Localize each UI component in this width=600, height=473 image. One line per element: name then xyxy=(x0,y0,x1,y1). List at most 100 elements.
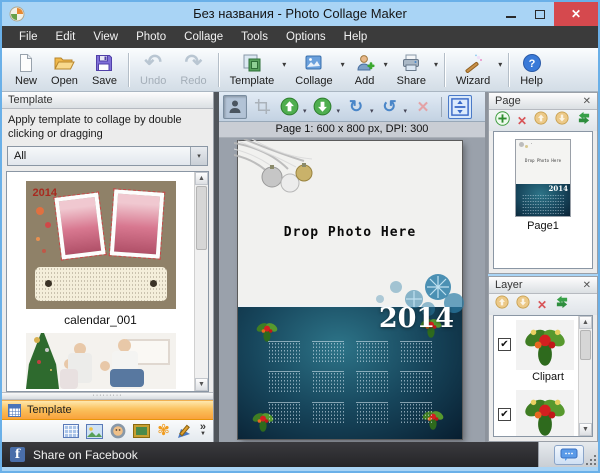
scroll-up-icon[interactable]: ▲ xyxy=(579,316,592,329)
photo-section[interactable]: Drop Photo Here xyxy=(238,141,462,305)
menu-help[interactable]: Help xyxy=(335,28,377,46)
month-grid xyxy=(268,341,300,362)
crop-icon[interactable] xyxy=(250,95,274,119)
panel-switch-bar: ✾ » ▼ xyxy=(2,420,213,442)
wizard-button[interactable]: Wizard xyxy=(449,51,497,89)
undo-button[interactable]: ↶ Undo xyxy=(133,51,173,89)
delete-icon[interactable]: ✕ xyxy=(411,95,435,119)
add-dropdown-icon[interactable]: ▾ xyxy=(384,60,388,69)
template-filter-dropdown[interactable]: All ▾ xyxy=(7,146,208,166)
scroll-up-icon[interactable]: ▲ xyxy=(195,172,208,185)
layer-panel-title: Layer xyxy=(495,279,523,291)
minimize-button[interactable] xyxy=(496,2,525,26)
share-facebook-link[interactable]: Share on Facebook xyxy=(33,448,138,462)
refresh-icon[interactable] xyxy=(554,295,570,314)
drop-photo-placeholder[interactable]: Drop Photo Here xyxy=(238,225,462,240)
open-button[interactable]: Open xyxy=(44,51,85,89)
layer-visible-checkbox[interactable]: ✔ xyxy=(498,408,511,421)
move-down-icon[interactable] xyxy=(311,95,335,119)
grid-icon[interactable] xyxy=(63,424,79,438)
wizard-dropdown-icon[interactable]: ▾ xyxy=(498,60,502,69)
month-grid xyxy=(400,371,432,392)
page-down-icon[interactable] xyxy=(555,111,569,130)
save-button[interactable]: Save xyxy=(85,51,124,89)
canvas-view[interactable]: Drop Photo Here 2014 xyxy=(219,138,485,442)
chevron-down-icon[interactable]: ▾ xyxy=(404,107,408,115)
share-dropdown-icon[interactable]: ▾ xyxy=(434,60,438,69)
template-thumbnail-calendar-001[interactable]: 2014 xyxy=(26,181,176,309)
add-page-icon[interactable] xyxy=(495,111,510,131)
close-icon[interactable]: ✕ xyxy=(583,96,591,107)
layer-item-clipart[interactable]: ✔ Clipart xyxy=(494,316,578,378)
collage-page[interactable]: Drop Photo Here 2014 xyxy=(238,141,462,439)
help-button[interactable]: ? Help xyxy=(513,51,550,89)
collage-dropdown-icon[interactable]: ▾ xyxy=(341,60,345,69)
template-button[interactable]: Template xyxy=(223,51,282,89)
delete-page-icon[interactable]: ✕ xyxy=(517,114,527,128)
more-panels-chevron[interactable]: » ▼ xyxy=(200,424,206,438)
flower-icon[interactable]: ✾ xyxy=(157,424,170,438)
chevron-down-icon[interactable]: ▾ xyxy=(370,107,374,115)
image-icon[interactable] xyxy=(86,424,103,439)
layer-up-icon[interactable] xyxy=(495,295,509,314)
photo-select-icon[interactable] xyxy=(223,95,247,119)
menu-edit[interactable]: Edit xyxy=(47,28,85,46)
page-panel-toolbar: ✕ xyxy=(489,110,597,131)
edit-icon[interactable] xyxy=(177,424,193,439)
page-thumb-bottom: 2014 xyxy=(516,184,570,217)
share-print-icon xyxy=(401,53,421,74)
template-panel-title: Template xyxy=(8,94,53,106)
chevron-down-icon[interactable]: ▾ xyxy=(190,147,207,165)
menu-options[interactable]: Options xyxy=(277,28,335,46)
page-up-icon[interactable] xyxy=(534,111,548,130)
rotate-cw-icon[interactable]: ↻ xyxy=(344,95,368,119)
refresh-icon[interactable] xyxy=(576,111,592,130)
layer-list-scrollbar[interactable]: ▲ ▼ xyxy=(578,316,592,436)
menu-tools[interactable]: Tools xyxy=(232,28,277,46)
template-list-scrollbar[interactable]: ▲ ▼ xyxy=(194,172,208,391)
menu-file[interactable]: File xyxy=(10,28,47,46)
calendar-strip xyxy=(35,267,167,301)
page-list: Drop Photo Here 2014 Page1 xyxy=(493,131,593,269)
rotate-ccw-icon[interactable]: ↺ xyxy=(378,95,402,119)
delete-layer-icon[interactable]: ✕ xyxy=(537,298,547,312)
menu-collage[interactable]: Collage xyxy=(175,28,232,46)
panel-splitter-handle[interactable]: ········· xyxy=(2,392,213,400)
maximize-button[interactable] xyxy=(525,2,554,26)
move-up-icon[interactable] xyxy=(277,95,301,119)
month-grid xyxy=(400,402,432,423)
chevron-down-icon[interactable]: ▾ xyxy=(303,107,307,115)
template-thumbnail-family[interactable] xyxy=(26,333,176,389)
new-button[interactable]: New xyxy=(8,51,44,89)
fit-page-icon[interactable] xyxy=(448,95,472,119)
eyelet-decor xyxy=(150,280,157,287)
scroll-down-icon[interactable]: ▼ xyxy=(579,423,592,436)
add-button[interactable]: Add xyxy=(347,51,383,89)
layer-visible-checkbox[interactable]: ✔ xyxy=(498,338,511,351)
layer-item-clipart[interactable]: ✔ xyxy=(494,386,578,436)
resize-grip[interactable] xyxy=(585,454,597,466)
mask-icon[interactable] xyxy=(110,423,126,439)
christmas-tree-decor xyxy=(26,333,60,389)
close-button[interactable]: ✕ xyxy=(554,2,598,26)
scrollbar-thumb[interactable] xyxy=(580,330,591,360)
menu-bar: File Edit View Photo Collage Tools Optio… xyxy=(2,26,598,48)
page-thumbnail[interactable]: Drop Photo Here 2014 xyxy=(515,139,571,217)
collage-button[interactable]: Collage xyxy=(288,51,339,89)
template-dropdown-icon[interactable]: ▾ xyxy=(282,60,286,69)
page-info-label: Page 1: 600 x 800 px, DPI: 300 xyxy=(219,122,485,138)
scrollbar-thumb[interactable] xyxy=(196,186,207,250)
menu-view[interactable]: View xyxy=(84,28,127,46)
layer-down-icon[interactable] xyxy=(516,295,530,314)
share-button[interactable]: Share xyxy=(390,51,433,89)
chevron-down-icon[interactable]: ▾ xyxy=(337,107,341,115)
feedback-chat-button[interactable] xyxy=(554,445,584,465)
scroll-down-icon[interactable]: ▼ xyxy=(195,378,208,391)
menu-photo[interactable]: Photo xyxy=(127,28,175,46)
layer-item-label: Clipart xyxy=(504,371,578,383)
template-tab[interactable]: Template xyxy=(2,400,213,420)
frame-icon[interactable] xyxy=(133,424,150,438)
redo-button[interactable]: ↷ Redo xyxy=(173,51,213,89)
collage-icon xyxy=(304,53,324,74)
close-icon[interactable]: ✕ xyxy=(583,280,591,291)
